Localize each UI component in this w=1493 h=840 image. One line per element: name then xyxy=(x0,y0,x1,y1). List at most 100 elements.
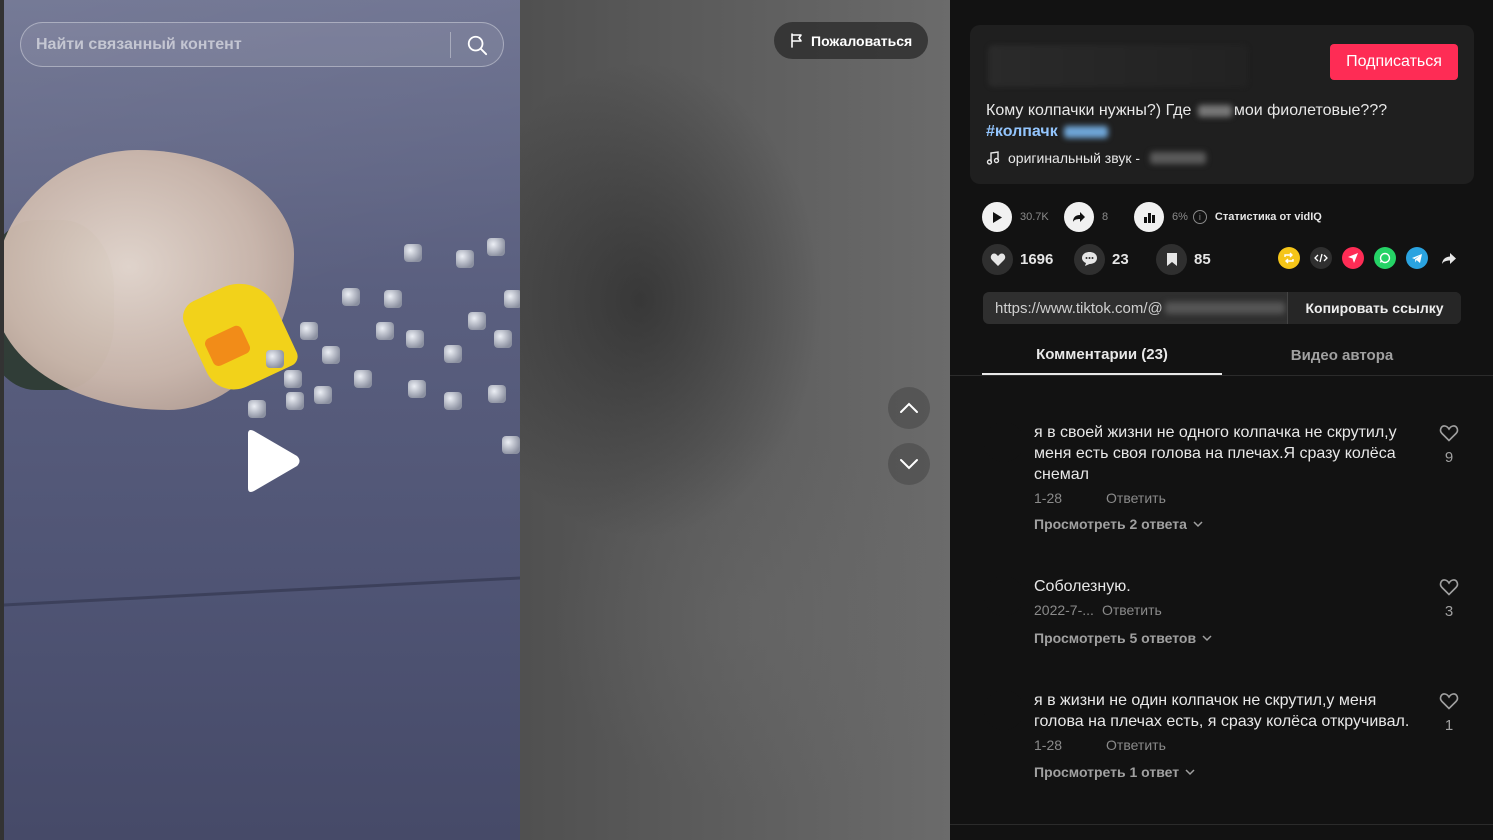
car-panel-edge xyxy=(4,576,520,644)
view-replies-label: Просмотреть 1 ответ xyxy=(1034,764,1180,780)
copy-link-label: Копировать ссылку xyxy=(1305,300,1444,316)
sound-label: оригинальный звук - xyxy=(1008,150,1141,166)
view-replies-button[interactable]: Просмотреть 2 ответа xyxy=(1034,516,1203,532)
comment-like-button[interactable]: 1 xyxy=(1436,692,1462,734)
report-label: Пожаловаться xyxy=(811,32,913,49)
description-text: Кому колпачки нужны?) Где xyxy=(986,102,1192,119)
engagement-icon xyxy=(1134,202,1164,232)
subscribe-button[interactable]: Подписаться xyxy=(1330,44,1458,80)
video-cap xyxy=(408,380,426,398)
chevron-down-icon xyxy=(1202,634,1212,641)
reply-button[interactable]: Ответить xyxy=(1102,602,1162,618)
chevron-down-icon xyxy=(1185,768,1195,775)
panel-bottom-divider xyxy=(950,824,1493,825)
view-replies-label: Просмотреть 2 ответа xyxy=(1034,516,1187,532)
comment-text: Соболезную. xyxy=(1034,578,1131,595)
comment-date: 1-28 xyxy=(1034,737,1063,753)
comment-like-button[interactable]: 3 xyxy=(1436,578,1462,620)
heart-icon xyxy=(990,253,1005,266)
avatar[interactable] xyxy=(984,576,1024,616)
comment-like-button[interactable]: 9 xyxy=(1436,424,1462,466)
video-cap xyxy=(406,330,424,348)
comment-text: я в жизни не один колпачок не скрутил,у … xyxy=(1034,692,1410,730)
comment-button[interactable] xyxy=(1074,243,1105,275)
copy-link-button[interactable]: Копировать ссылку xyxy=(1287,292,1461,324)
engagement-actions-row: 1696 23 85 xyxy=(982,243,1211,275)
video-cap xyxy=(284,370,302,388)
video-cap xyxy=(504,290,520,308)
view-replies-button[interactable]: Просмотреть 5 ответов xyxy=(1034,630,1212,646)
engagement-rate: 6% xyxy=(1172,211,1188,223)
video-cap xyxy=(404,244,422,262)
info-icon[interactable]: i xyxy=(1192,210,1207,224)
shares-count: 8 xyxy=(1102,211,1109,223)
author-info-blurred[interactable] xyxy=(988,45,1248,87)
tab-author-videos-label: Видео автора xyxy=(1290,346,1394,364)
tab-comments-label: Комментарии (23) xyxy=(1036,345,1168,363)
video-cap xyxy=(286,392,304,410)
view-replies-button[interactable]: Просмотреть 1 ответ xyxy=(1034,764,1195,780)
send-to-friends-icon[interactable] xyxy=(1342,247,1364,269)
video-cap xyxy=(342,288,360,306)
next-video-button[interactable] xyxy=(888,443,930,485)
avatar[interactable] xyxy=(984,690,1024,730)
previous-video-button[interactable] xyxy=(888,387,930,429)
play-button[interactable] xyxy=(242,428,302,494)
whatsapp-icon[interactable] xyxy=(1374,247,1396,269)
video-player[interactable] xyxy=(4,0,520,840)
reply-button[interactable]: Ответить xyxy=(1106,490,1166,506)
video-cap xyxy=(300,322,318,340)
tab-author-videos[interactable]: Видео автора xyxy=(1222,335,1462,375)
blurred-hashtag-tail xyxy=(1064,125,1109,138)
subscribe-label: Подписаться xyxy=(1346,53,1442,70)
like-count: 1696 xyxy=(1020,250,1054,268)
chevron-down-icon xyxy=(900,459,918,470)
video-cap xyxy=(444,345,462,363)
like-button[interactable] xyxy=(982,243,1013,275)
share-more-icon[interactable] xyxy=(1438,247,1460,269)
blurred-emoji xyxy=(1197,104,1232,117)
video-cap xyxy=(456,250,474,268)
author-card: Подписаться Кому колпачки нужны?) Где мо… xyxy=(970,25,1474,184)
video-description: Кому колпачки нужны?) Где мои фиолетовые… xyxy=(986,100,1456,142)
details-panel: Подписаться Кому колпачки нужны?) Где мо… xyxy=(950,0,1493,840)
views-icon xyxy=(982,202,1012,232)
save-button[interactable] xyxy=(1156,243,1187,275)
video-cap xyxy=(322,346,340,364)
heart-outline-icon xyxy=(1439,693,1459,710)
comment-like-count: 3 xyxy=(1444,603,1454,620)
video-cap xyxy=(384,290,402,308)
comment-icon xyxy=(1082,252,1097,266)
blurred-link-tail xyxy=(1164,302,1285,314)
video-cap xyxy=(468,312,486,330)
video-cap xyxy=(248,400,266,418)
video-link-text[interactable]: https://www.tiktok.com/@ xyxy=(983,292,1287,324)
vidiq-label: Статистика от vidIQ xyxy=(1214,211,1322,223)
share-icons-row xyxy=(1278,247,1460,269)
video-link-url: https://www.tiktok.com/@ xyxy=(995,299,1163,317)
embed-icon[interactable] xyxy=(1310,247,1332,269)
sound-row[interactable]: оригинальный звук - xyxy=(986,150,1208,166)
avatar[interactable] xyxy=(984,422,1024,462)
related-search-box[interactable] xyxy=(20,22,504,67)
search-input[interactable] xyxy=(21,23,450,66)
reply-button[interactable]: Ответить xyxy=(1106,737,1166,753)
video-cap xyxy=(314,386,332,404)
app-root: Пожаловаться Подписаться Кому колпачки н… xyxy=(0,0,1493,840)
report-button[interactable]: Пожаловаться xyxy=(774,22,929,59)
bookmark-icon xyxy=(1166,252,1177,266)
video-cap xyxy=(376,322,394,340)
chevron-up-icon xyxy=(900,402,918,413)
comment-like-count: 1 xyxy=(1444,717,1454,734)
video-link-box: https://www.tiktok.com/@ Копировать ссыл… xyxy=(983,292,1461,324)
telegram-icon[interactable] xyxy=(1406,247,1428,269)
video-stage: Пожаловаться xyxy=(0,0,950,840)
hashtag-link[interactable]: #колпачк xyxy=(986,123,1058,140)
music-note-icon xyxy=(986,151,1000,165)
repost-icon[interactable] xyxy=(1278,247,1300,269)
tab-comments[interactable]: Комментарии (23) xyxy=(982,335,1222,375)
search-icon[interactable] xyxy=(451,22,503,67)
shares-icon xyxy=(1064,202,1094,232)
video-cap xyxy=(494,330,512,348)
comment-like-count: 9 xyxy=(1444,449,1454,466)
